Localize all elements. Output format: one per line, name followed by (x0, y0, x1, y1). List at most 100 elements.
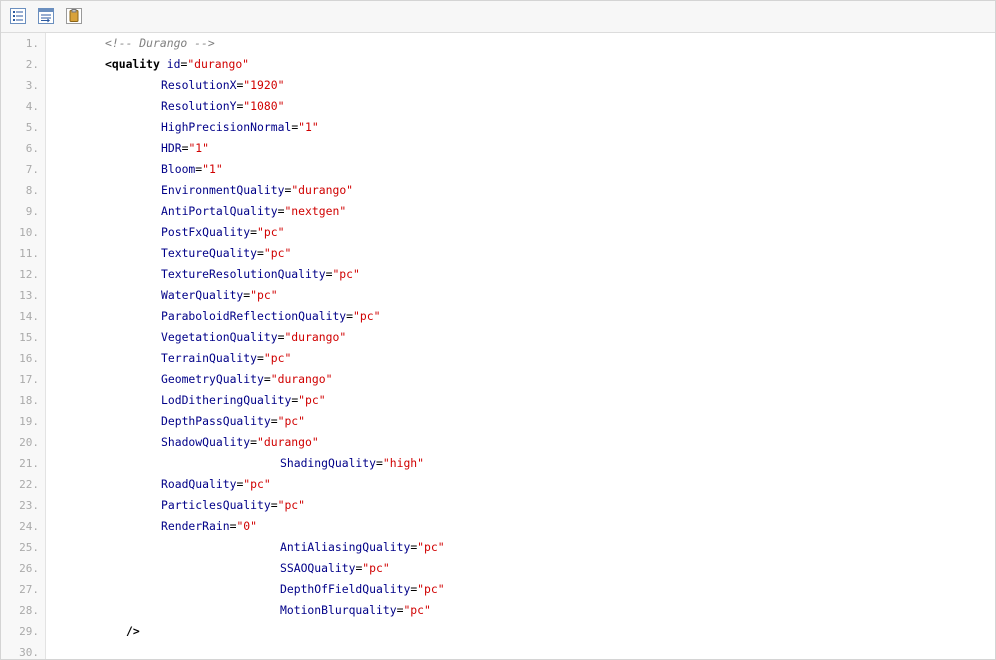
line-number: 18. (19, 394, 39, 407)
print-icon[interactable] (66, 8, 82, 24)
line-number: 24. (19, 520, 39, 533)
code-token-attr: ParaboloidReflectionQuality (161, 309, 347, 323)
code-line: 7. Bloom="1" (1, 159, 995, 180)
code-token-val: "durango" (257, 435, 319, 449)
line-number: 10. (19, 226, 39, 239)
code-token-attr: ShadingQuality (280, 456, 377, 470)
code-token-val: "1080" (243, 99, 285, 113)
code-line: 28. MotionBlurquality="pc" (1, 600, 995, 621)
code-token-attr: SSAOQuality (280, 561, 356, 575)
code-token-attr: MotionBlurquality (280, 603, 397, 617)
code-line: 25. AntiAliasingQuality="pc" (1, 537, 995, 558)
code-text: ParticlesQuality="pc" (161, 495, 305, 516)
code-token-val: "high" (382, 456, 425, 470)
code-text: TextureResolutionQuality="pc" (161, 264, 360, 285)
code-text: ShadingQuality="high" (280, 453, 424, 474)
code-token-attr: Bloom (161, 162, 196, 176)
line-number: 29. (19, 625, 39, 638)
code-token-eq: = (250, 435, 258, 449)
code-token-val: "pc" (403, 603, 431, 617)
code-token-val: "durango" (187, 57, 250, 71)
copy-to-clipboard-icon[interactable] (38, 8, 54, 24)
code-text: TerrainQuality="pc" (161, 348, 291, 369)
code-token-attr: RoadQuality (161, 477, 237, 491)
line-number: 25. (19, 541, 39, 554)
code-viewer: 1. <!-- Durango --> 2. <quality id="durango… (0, 0, 996, 660)
code-text: RenderRain="0" (161, 516, 257, 537)
code-token-val: "durango" (291, 183, 354, 197)
line-number: 22. (19, 478, 39, 491)
code-line: 1. <!-- Durango --> (1, 33, 995, 54)
code-token-val: "pc" (332, 267, 360, 281)
line-number: 4. (25, 100, 39, 113)
code-token-attr: EnvironmentQuality (161, 183, 285, 197)
code-line: 27. DepthOfFieldQuality="pc" (1, 579, 995, 600)
code-area[interactable]: 1. <!-- Durango --> 2. <quality id="durango… (1, 33, 995, 659)
code-text: MotionBlurquality="pc" (280, 600, 431, 621)
code-text: DepthPassQuality="pc" (161, 411, 305, 432)
code-token-attr: DepthOfFieldQuality (280, 582, 411, 596)
code-line: 12. TextureResolutionQuality="pc" (1, 264, 995, 285)
line-number: 9. (25, 205, 39, 218)
code-line: 2. <quality id="durango" (1, 54, 995, 75)
code-token-attr: id (166, 57, 181, 71)
code-text: <quality id="durango" (105, 54, 249, 75)
code-token-tag: <quality (105, 57, 160, 71)
code-line: 19. DepthPassQuality="pc" (1, 411, 995, 432)
code-token-attr: AntiAliasingQuality (280, 540, 411, 554)
code-token-val: "durango" (270, 372, 333, 386)
code-line: 18. LodDitheringQuality="pc" (1, 390, 995, 411)
toolbar (1, 1, 995, 33)
code-text: WaterQuality="pc" (161, 285, 278, 306)
code-line: 30. (1, 642, 995, 659)
code-token-val: "nextgen" (284, 204, 347, 218)
code-text: PostFxQuality="pc" (161, 222, 284, 243)
code-line: 11. TextureQuality="pc" (1, 243, 995, 264)
code-line: 29. /> (1, 621, 995, 642)
code-token-val: "pc" (417, 582, 445, 596)
line-number: 11. (19, 247, 39, 260)
code-token-val: "pc" (277, 414, 306, 428)
code-token-val: "durango" (284, 330, 347, 344)
code-token-cmt: <!-- Durango --> (105, 36, 215, 50)
code-text: ResolutionY="1080" (161, 96, 284, 117)
line-number: 13. (19, 289, 39, 302)
code-token-tag: /> (126, 624, 140, 638)
code-text: EnvironmentQuality="durango" (161, 180, 353, 201)
code-line: 5. HighPrecisionNormal="1" (1, 117, 995, 138)
code-text: Bloom="1" (161, 159, 223, 180)
line-number: 16. (19, 352, 39, 365)
code-token-attr: VegetationQuality (161, 330, 278, 344)
view-source-icon[interactable] (10, 8, 26, 24)
code-token-eq: = (257, 351, 264, 365)
code-token-eq: = (250, 225, 258, 239)
code-text: <!-- Durango --> (105, 33, 215, 54)
code-line: 13. WaterQuality="pc" (1, 285, 995, 306)
code-token-attr: ParticlesQuality (161, 498, 271, 512)
code-token-val: "pc" (257, 225, 285, 239)
code-token-val: "0" (236, 519, 258, 533)
line-number: 6. (25, 142, 39, 155)
code-line: 16. TerrainQuality="pc" (1, 348, 995, 369)
code-token-val: "pc" (417, 540, 445, 554)
code-line: 15. VegetationQuality="durango" (1, 327, 995, 348)
code-line: 14. ParaboloidReflectionQuality="pc" (1, 306, 995, 327)
code-text: DepthOfFieldQuality="pc" (280, 579, 445, 600)
code-token-attr: GeometryQuality (161, 372, 264, 386)
code-token-eq: = (257, 246, 264, 260)
code-text: TextureQuality="pc" (161, 243, 291, 264)
code-text: ShadowQuality="durango" (161, 432, 319, 453)
line-number: 27. (19, 583, 39, 596)
code-token-val: "pc" (362, 561, 390, 575)
code-token-attr: ShadowQuality (161, 435, 251, 449)
code-text: ResolutionX="1920" (161, 75, 284, 96)
code-text: VegetationQuality="durango" (161, 327, 346, 348)
line-number: 21. (19, 457, 39, 470)
code-token-attr: TextureResolutionQuality (161, 267, 326, 281)
code-token-val: "1920" (243, 78, 285, 92)
code-token-attr: TerrainQuality (161, 351, 258, 365)
code-line: 24. RenderRain="0" (1, 516, 995, 537)
line-number: 7. (25, 163, 39, 176)
code-line: 3. ResolutionX="1920" (1, 75, 995, 96)
code-token-eq: = (270, 414, 278, 428)
